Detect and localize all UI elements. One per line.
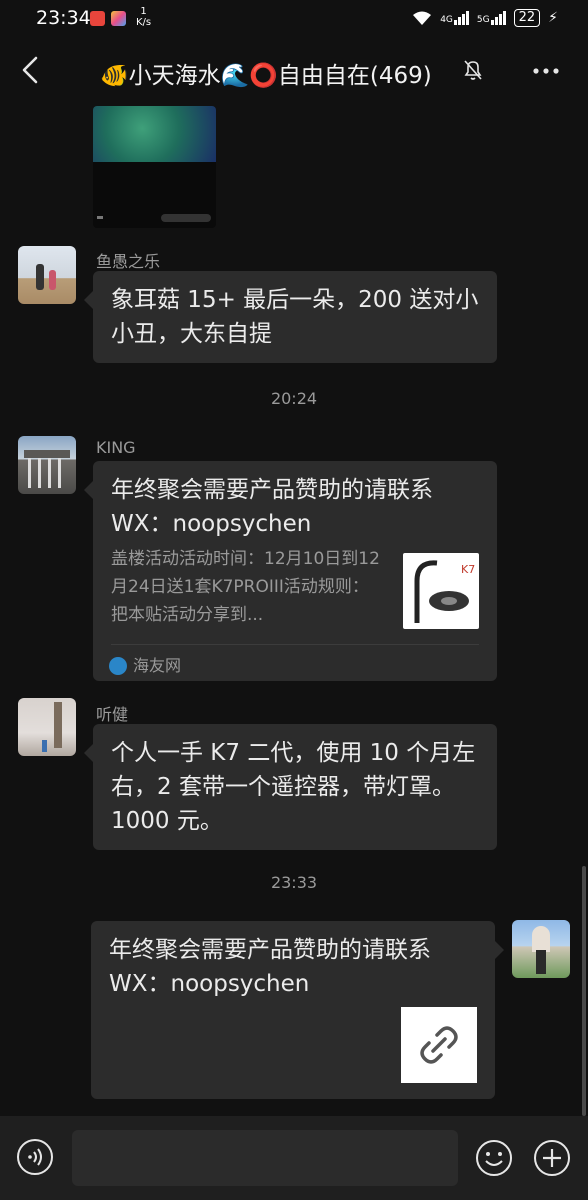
chat-header: 🐠小天海水🌊⭕自由自在(469) bbox=[0, 36, 588, 108]
avatar[interactable] bbox=[18, 436, 76, 494]
sender-name: KING bbox=[96, 438, 136, 457]
svg-text:K7: K7 bbox=[461, 563, 475, 576]
message-bubble[interactable]: 象耳菇 15+ 最后一朵，200 送对小小丑，大东自提 bbox=[84, 271, 497, 363]
cell-signal-2-icon: 5G bbox=[477, 11, 506, 25]
divider bbox=[111, 644, 479, 645]
mute-bell-icon bbox=[464, 60, 482, 80]
product-image: K7 bbox=[414, 560, 475, 623]
notification-app-icon bbox=[111, 11, 126, 26]
link-icon bbox=[420, 1026, 458, 1064]
message-bubble[interactable]: 个人一手 K7 二代，使用 10 个月左右，2 套带一个遥控器，带灯罩。1000… bbox=[84, 724, 497, 850]
add-more-icon[interactable] bbox=[532, 1138, 572, 1178]
link-card-title: 年终聚会需要产品赞助的请联系WX：noopsychen bbox=[111, 477, 433, 537]
wifi-icon bbox=[413, 11, 432, 25]
image-message[interactable] bbox=[93, 106, 216, 228]
timestamp: 23:33 bbox=[270, 873, 318, 892]
link-placeholder-thumbnail bbox=[401, 1007, 477, 1083]
voice-input-icon[interactable] bbox=[16, 1138, 54, 1176]
message-input[interactable] bbox=[72, 1130, 458, 1186]
cell-signal-1-icon: 4G bbox=[440, 11, 469, 25]
battery-indicator: 22 bbox=[513, 9, 541, 27]
sender-name: 鱼愚之乐 bbox=[96, 252, 161, 271]
avatar[interactable] bbox=[18, 246, 76, 304]
link-card-description: 盖楼活动活动时间：12月10日到12月24日送1套K7PROIII活动规则：把本… bbox=[111, 549, 380, 625]
avatar[interactable] bbox=[18, 698, 76, 756]
video-page-indicator bbox=[97, 216, 103, 219]
sent-link-card[interactable]: 年终聚会需要产品赞助的请联系WX：noopsychen bbox=[91, 921, 504, 1099]
status-time: 23:34 bbox=[36, 7, 91, 29]
status-bar: 23:34 1 K/s 4G 5G 22 ⚡ bbox=[0, 0, 588, 36]
link-card[interactable]: 年终聚会需要产品赞助的请联系WX：noopsychen 盖楼活动活动时间：12月… bbox=[84, 461, 497, 683]
source-logo-icon bbox=[109, 657, 127, 675]
my-avatar[interactable] bbox=[512, 920, 570, 978]
charging-icon: ⚡ bbox=[548, 10, 558, 26]
coral-photo bbox=[93, 106, 216, 162]
more-options-icon[interactable] bbox=[532, 60, 560, 82]
back-arrow-icon[interactable] bbox=[14, 50, 50, 90]
link-card-thumbnail: K7 bbox=[403, 553, 479, 629]
emoji-icon[interactable] bbox=[474, 1138, 514, 1178]
sender-name: 听健 bbox=[96, 705, 129, 724]
link-card-source: 海友网 bbox=[109, 649, 181, 683]
scrollbar[interactable] bbox=[582, 866, 586, 1116]
link-card-title: 年终聚会需要产品赞助的请联系WX：noopsychen bbox=[109, 937, 431, 997]
timestamp: 20:24 bbox=[270, 389, 318, 408]
network-speed: 1 K/s bbox=[136, 6, 152, 28]
notification-app-icon bbox=[90, 11, 105, 26]
video-controls bbox=[161, 214, 211, 222]
chat-messages[interactable]: 鱼愚之乐 象耳菇 15+ 最后一朵，200 送对小小丑，大东自提 20:24 K… bbox=[0, 106, 588, 1116]
input-bar bbox=[0, 1116, 588, 1200]
chat-title[interactable]: 🐠小天海水🌊⭕自由自在(469) bbox=[100, 56, 432, 90]
